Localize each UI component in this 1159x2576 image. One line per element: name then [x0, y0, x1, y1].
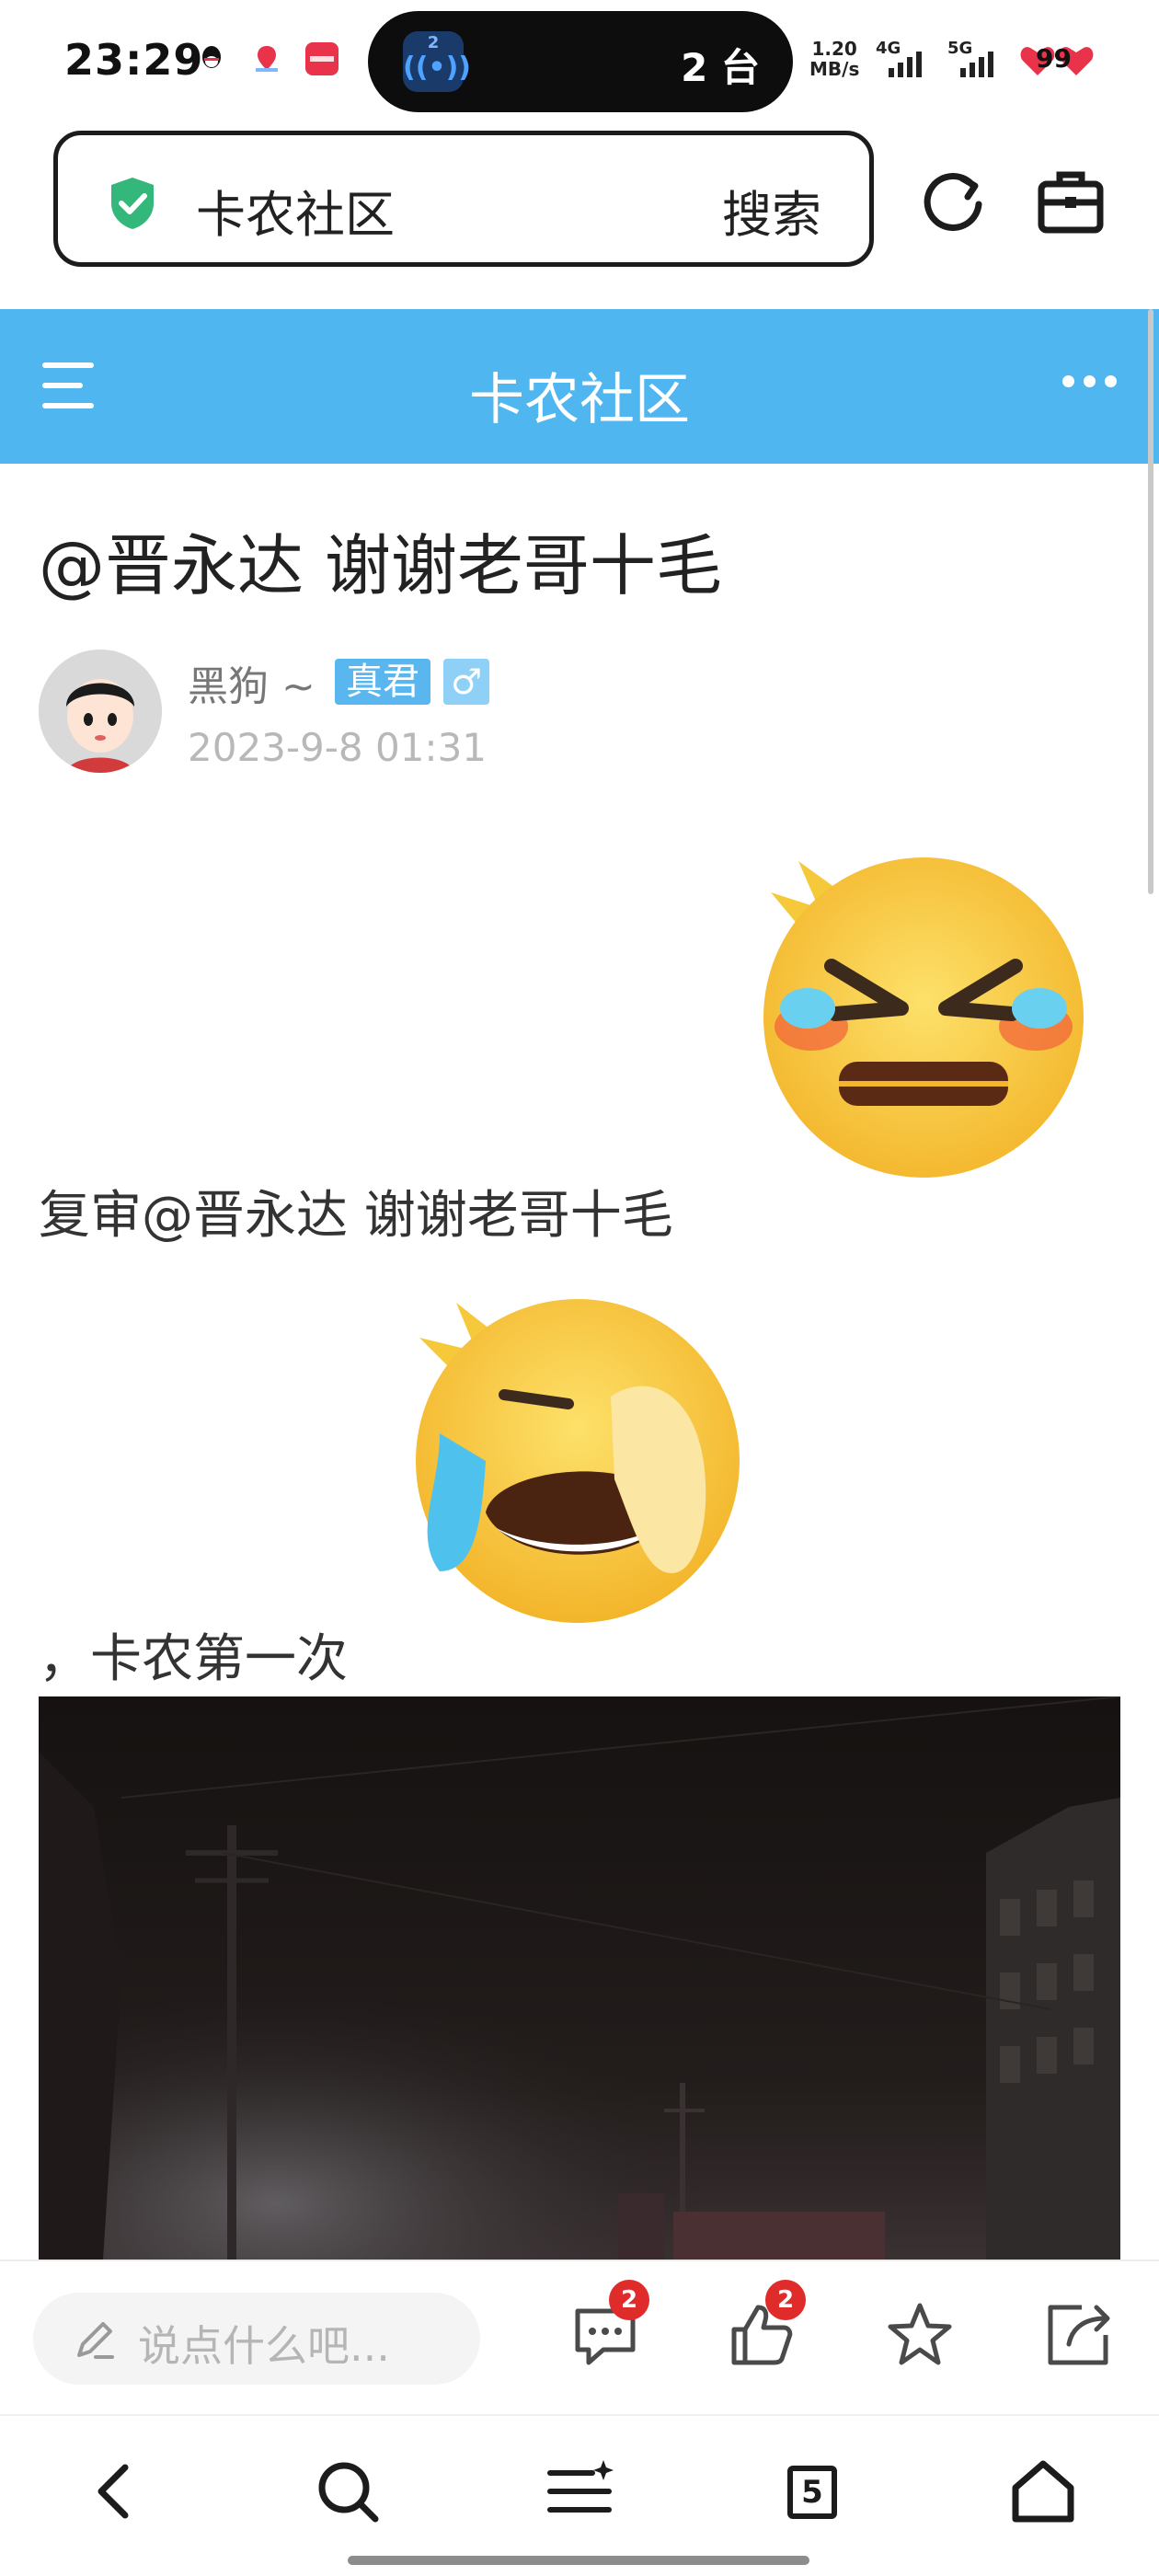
star-icon — [888, 2303, 952, 2365]
post-content-line-1: 复审@晋永达 谢谢老哥十毛 — [39, 1186, 673, 1246]
post-date: 2023-9-8 01:31 — [188, 725, 488, 770]
refresh-icon[interactable] — [916, 166, 990, 239]
status-time: 23:29 — [64, 35, 204, 85]
header-title: 卡农社区 — [469, 368, 690, 432]
share-button[interactable] — [1041, 2298, 1115, 2372]
comment-count-badge: 2 — [609, 2280, 649, 2320]
author-avatar[interactable] — [39, 650, 162, 773]
angry-crying-emoji-icon — [763, 857, 1084, 1178]
site-header: 卡农社区 — [0, 309, 1159, 464]
favorite-button[interactable] — [883, 2298, 957, 2372]
dynamic-island[interactable]: 2 ((•)) 2 台 — [368, 11, 793, 112]
qq-icon — [195, 42, 228, 75]
menu-sparkle-icon[interactable] — [543, 2455, 616, 2528]
more-icon[interactable] — [1062, 375, 1117, 387]
author-name[interactable]: 黑狗 ~ — [188, 653, 316, 712]
map-app-icon — [250, 42, 283, 75]
net-speed: 1.20 MB/s — [809, 38, 860, 80]
signal-bars-1-icon — [889, 50, 922, 77]
status-app-icons — [195, 42, 339, 75]
author-level-badge: 真君 — [335, 659, 430, 705]
post-photo[interactable] — [39, 1696, 1120, 2260]
island-device-count: 2 台 — [681, 45, 760, 90]
comment-placeholder: 说点什么吧... — [138, 2321, 390, 2371]
battery-indicator: 99 — [1019, 42, 1094, 75]
post-action-bar: 说点什么吧... 2 2 — [0, 2260, 1159, 2414]
comment-input[interactable]: 说点什么吧... — [33, 2293, 480, 2385]
share-icon — [1048, 2305, 1110, 2365]
address-title: 卡农社区 — [196, 186, 395, 244]
address-bar[interactable]: 卡农社区 搜索 — [53, 131, 874, 267]
status-bar: 23:29 2 ((•)) 2 台 1.20 MB/s 4G 5G 99 — [0, 0, 1159, 125]
like-button[interactable]: 2 — [725, 2280, 806, 2372]
signal-bars-2-icon — [960, 50, 993, 77]
author-gender-badge: ♂ — [443, 659, 489, 705]
xiaohongshu-icon — [305, 42, 339, 75]
like-count-badge: 2 — [765, 2280, 806, 2320]
comments-button[interactable]: 2 — [568, 2280, 649, 2372]
back-icon[interactable] — [79, 2455, 153, 2528]
pen-icon — [77, 2322, 114, 2359]
tabs-button[interactable]: 5 — [775, 2455, 848, 2528]
post-content-line-2: ，卡农第一次 — [39, 1629, 348, 1689]
home-indicator[interactable] — [348, 2556, 809, 2565]
search-icon[interactable] — [311, 2455, 384, 2528]
facepalm-crying-emoji-icon — [416, 1299, 740, 1623]
address-search-button[interactable]: 搜索 — [722, 174, 821, 247]
home-icon[interactable] — [1006, 2455, 1080, 2528]
browser-nav-bar: 5 — [0, 2414, 1159, 2576]
post-title: @晋永达 谢谢老哥十毛 — [39, 527, 722, 604]
page-scrollbar[interactable] — [1148, 309, 1153, 894]
security-shield-icon — [111, 178, 154, 229]
broadcast-icon: 2 ((•)) — [403, 31, 471, 92]
tab-count: 5 — [787, 2466, 837, 2519]
toolbox-icon[interactable] — [1034, 166, 1107, 239]
